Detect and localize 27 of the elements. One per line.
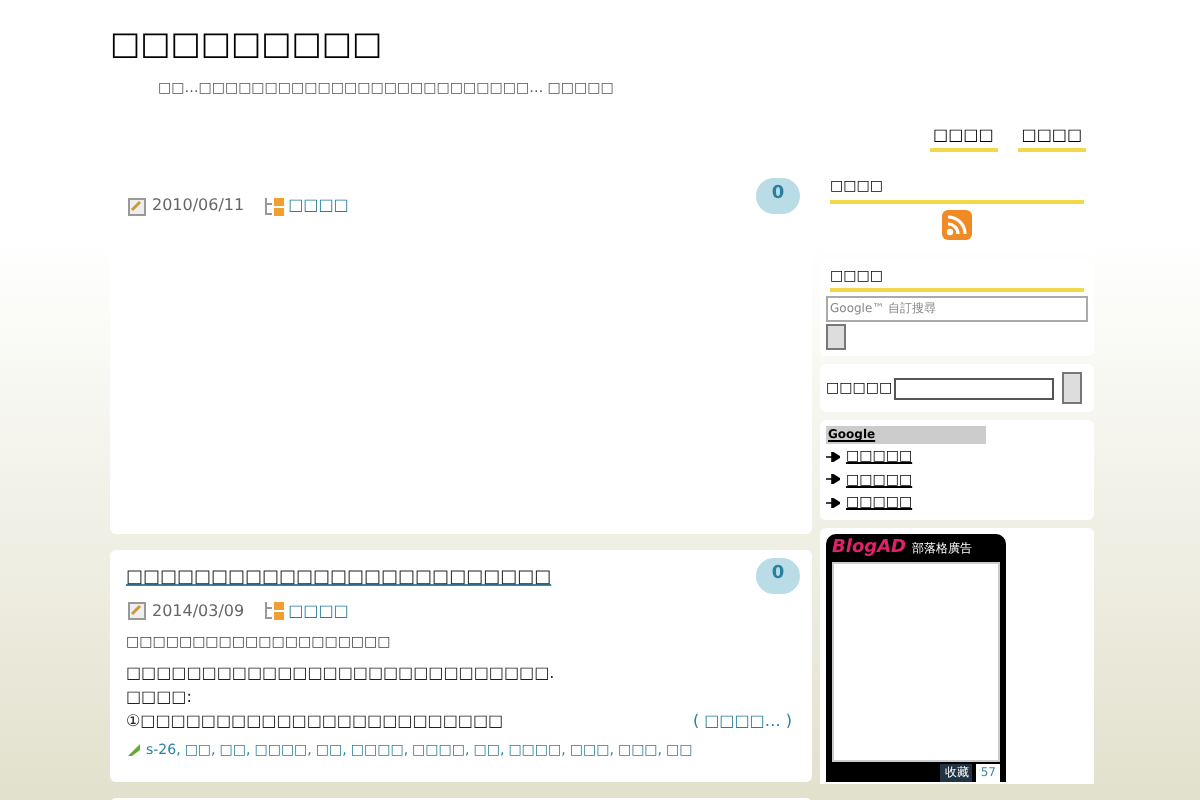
comment-count-bubble[interactable]: 0 bbox=[756, 178, 800, 214]
post-text: ①□□□□□□□□□□□□□□□□□□□□□□□□ bbox=[126, 710, 504, 734]
folder-tree-icon bbox=[264, 600, 287, 622]
arrow-bullet-icon bbox=[826, 497, 840, 508]
calendar-icon bbox=[128, 197, 146, 215]
rss-feed-icon[interactable] bbox=[942, 209, 972, 239]
calendar-icon bbox=[128, 602, 146, 620]
ad-brand: BlogAD bbox=[832, 535, 907, 561]
arrow-bullet-icon bbox=[826, 474, 840, 485]
site-search-button[interactable] bbox=[1062, 372, 1083, 404]
post-text: □□□□□□□□□□□□□□□□□□□□□□□□□□□□. bbox=[126, 662, 555, 686]
read-more-link[interactable]: ( □□□□… ) bbox=[692, 710, 792, 734]
nav-link[interactable]: □□□□ bbox=[929, 124, 998, 152]
category-link[interactable]: □□□□ bbox=[288, 194, 349, 218]
folder-tree-icon bbox=[264, 195, 287, 217]
site-title: □□□□□□□□□ bbox=[110, 22, 383, 66]
nav-link[interactable]: □□□□ bbox=[1017, 124, 1086, 152]
post-date: 2010/06/11 bbox=[152, 194, 245, 218]
post-date: 2014/03/09 bbox=[152, 599, 245, 623]
site-search-field[interactable] bbox=[894, 377, 1055, 399]
post-title[interactable]: □□□□□□□□□□□□□□□□□□□□□□□□□ bbox=[126, 566, 552, 593]
search-button[interactable] bbox=[826, 324, 846, 350]
arrow-bullet-icon bbox=[826, 451, 840, 462]
category-link[interactable]: □□□□ bbox=[288, 599, 349, 623]
post-text: □□□□: bbox=[126, 686, 192, 710]
tag-icon bbox=[126, 742, 142, 759]
comment-count-bubble[interactable]: 0 bbox=[756, 558, 800, 594]
